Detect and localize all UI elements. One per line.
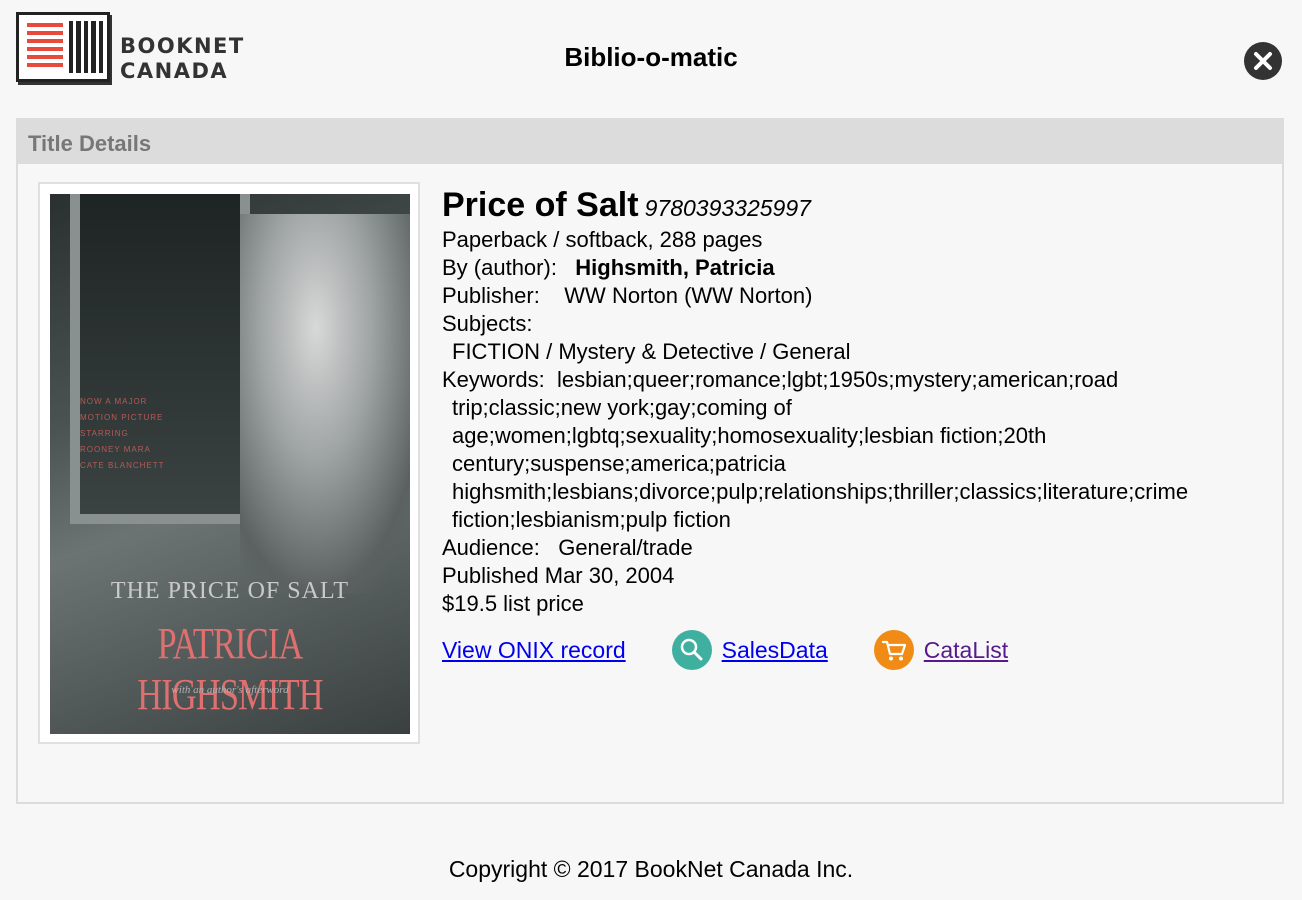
keywords-label: Keywords: [442, 367, 545, 392]
author-label: By (author): [442, 255, 557, 280]
magnifier-icon[interactable] [671, 630, 712, 670]
subjects-label: Subjects: [442, 311, 533, 336]
format: Paperback / softback, 288 pages [442, 227, 763, 252]
publisher-name: WW Norton (WW Norton) [564, 283, 813, 308]
keywords: Keywords: lesbian;queer;romance;lgbt;195… [442, 366, 1272, 534]
app-title: Biblio-o-matic [564, 42, 738, 72]
published-date: Published Mar 30, 2004 [442, 563, 675, 588]
copyright: Copyright © 2017 BookNet Canada Inc. [448, 856, 854, 882]
salesdata-link[interactable]: SalesData [722, 636, 828, 664]
publisher-label: Publisher: [442, 283, 540, 308]
audience-value: General/trade [558, 535, 693, 560]
header: BOOKNET CANADA Biblio-o-matic [0, 0, 1302, 118]
book-title: Price of Salt [442, 186, 639, 224]
title-details-panel: Title Details NOW A MAJOR MOTION PICTURE… [16, 118, 1284, 804]
view-onix-link[interactable]: View ONIX record [442, 636, 626, 664]
book-details: Price of Salt 9780393325997 Paperback / … [442, 184, 1272, 670]
cover-author: PATRICIA HIGHSMITH [137, 619, 323, 719]
close-button[interactable] [1244, 42, 1282, 80]
list-price: $19.5 list price [442, 591, 584, 616]
cover-frame: NOW A MAJOR MOTION PICTURE STARRING ROON… [38, 182, 420, 744]
isbn: 9780393325997 [644, 195, 811, 221]
book-cover-image: NOW A MAJOR MOTION PICTURE STARRING ROON… [50, 194, 410, 734]
author-name: Highsmith, Patricia [575, 255, 775, 280]
panel-heading: Title Details [18, 120, 1282, 164]
cover-subtitle: with an author's afterword [171, 684, 289, 696]
cover-blurb: NOW A MAJOR MOTION PICTURE STARRING ROON… [80, 397, 165, 470]
subject: FICTION / Mystery & Detective / General [452, 339, 851, 364]
cover-title: THE PRICE OF SALT [110, 578, 350, 604]
links-row: View ONIX record SalesData CataList [442, 630, 1272, 670]
keywords-list: lesbian;queer;romance;lgbt;1950s;mystery… [452, 367, 1189, 532]
audience-label: Audience: [442, 535, 540, 560]
close-icon [1254, 52, 1272, 70]
catalist-link[interactable]: CataList [924, 636, 1008, 664]
cart-icon[interactable] [873, 630, 914, 670]
